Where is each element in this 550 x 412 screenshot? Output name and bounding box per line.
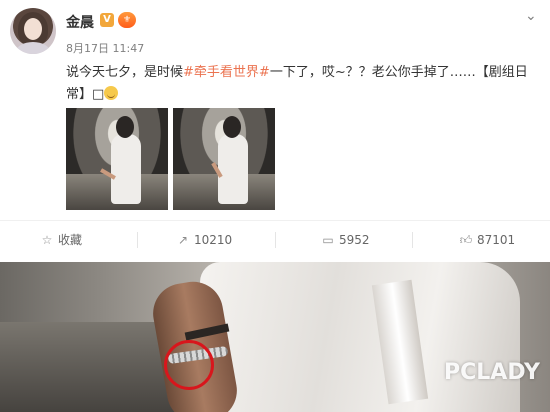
repost-count: 10210 bbox=[194, 233, 233, 247]
comment-count: 5952 bbox=[339, 233, 370, 247]
star-icon: ☆ bbox=[41, 233, 53, 247]
verified-badge-icon: V bbox=[100, 13, 114, 27]
comment-icon: ▭ bbox=[322, 233, 334, 247]
figure-dress bbox=[218, 134, 248, 204]
divider bbox=[412, 232, 413, 248]
repost-icon: ↗ bbox=[177, 233, 189, 247]
post-text: 说今天七夕，是时候#牵手看世界#一下了，哎~？？老公你手掉了……【剧组日常】□ bbox=[66, 62, 536, 106]
photo-dress bbox=[200, 262, 520, 412]
post-text-part: 说今天七夕，是时候 bbox=[66, 65, 184, 80]
watermark-logo: PCLADY bbox=[444, 360, 540, 385]
figure-head bbox=[116, 116, 134, 138]
figure-head bbox=[223, 116, 241, 138]
post-action-bar: ☆ 收藏 ↗ 10210 ▭ 5952 👍︎ 87101 bbox=[0, 220, 550, 258]
smile-emoji-icon bbox=[104, 86, 119, 100]
favorite-button[interactable]: ☆ 收藏 bbox=[40, 221, 82, 259]
avatar[interactable] bbox=[10, 8, 56, 54]
post-image-thumbnail[interactable] bbox=[173, 108, 275, 210]
post-image-thumbnail[interactable] bbox=[66, 108, 168, 210]
topic-link[interactable]: #牵手看世界# bbox=[183, 65, 270, 80]
favorite-label: 收藏 bbox=[58, 233, 83, 247]
thumbs-up-icon: 👍︎ bbox=[459, 233, 473, 247]
weibo-post: 金晨 V ⚜ ⌄ 8月17日 11:47 说今天七夕，是时候#牵手看世界#一下了… bbox=[0, 0, 550, 262]
member-badge-icon[interactable]: ⚜ bbox=[118, 12, 136, 28]
username[interactable]: 金晨 bbox=[66, 12, 94, 32]
post-text-part: □ bbox=[92, 87, 105, 102]
more-options-icon[interactable]: ⌄ bbox=[525, 8, 537, 24]
figure-dress bbox=[111, 134, 141, 204]
like-button[interactable]: 👍︎ 87101 bbox=[459, 221, 515, 259]
repost-button[interactable]: ↗ 10210 bbox=[176, 221, 232, 259]
comment-button[interactable]: ▭ 5952 bbox=[321, 221, 370, 259]
photo-ground bbox=[0, 322, 180, 412]
post-time[interactable]: 8月17日 11:47 bbox=[66, 40, 144, 56]
highlight-circle bbox=[164, 340, 214, 390]
divider bbox=[275, 232, 276, 248]
avatar-body bbox=[16, 42, 50, 54]
divider bbox=[137, 232, 138, 248]
like-count: 87101 bbox=[477, 233, 516, 247]
avatar-face bbox=[24, 18, 42, 40]
closeup-photo bbox=[0, 262, 550, 412]
